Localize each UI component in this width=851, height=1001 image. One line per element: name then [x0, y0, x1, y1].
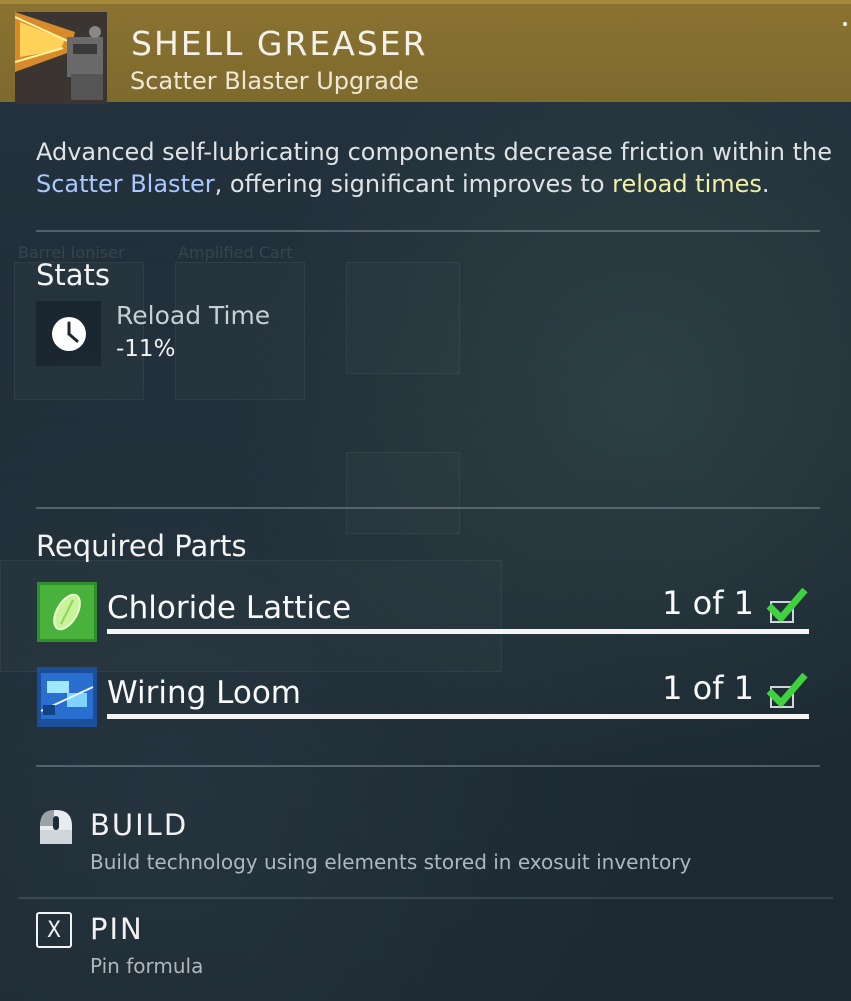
- item-subtitle: Scatter Blaster Upgrade: [130, 67, 419, 95]
- checkmark-icon: [765, 586, 809, 626]
- description-text: , offering significant improves to: [214, 170, 613, 198]
- build-description: Build technology using elements stored i…: [90, 850, 692, 874]
- item-description: Advanced self-lubricating components dec…: [36, 136, 836, 200]
- part-count: 1 of 1: [662, 584, 754, 622]
- stats-title: Stats: [36, 258, 111, 292]
- build-action[interactable]: BUILD Build technology using elements st…: [36, 808, 796, 878]
- part-name: Wiring Loom: [107, 675, 301, 711]
- description-text: Advanced self-lubricating components dec…: [36, 138, 833, 166]
- part-count: 1 of 1: [662, 669, 754, 707]
- required-part-row[interactable]: Wiring Loom 1 of 1: [37, 667, 809, 727]
- description-highlight-scatter-blaster: Scatter Blaster: [36, 170, 215, 198]
- mouse-button-icon: [36, 808, 76, 848]
- part-underline: [107, 629, 809, 634]
- stat-label: Reload Time: [116, 301, 271, 330]
- stat-value: -11%: [116, 336, 176, 362]
- build-label: BUILD: [90, 808, 189, 842]
- wiring-loom-icon: [37, 667, 97, 727]
- item-header: SHELL GREASER Scatter Blaster Upgrade: [0, 0, 851, 104]
- divider: [36, 765, 820, 767]
- ghost-slot: [346, 262, 460, 374]
- required-parts-title: Required Parts: [36, 529, 247, 563]
- clock-icon: [36, 301, 101, 366]
- ghost-label-amplified-cart: Amplified Cart: [178, 243, 293, 262]
- chloride-lattice-icon: [37, 582, 97, 642]
- required-part-row[interactable]: Chloride Lattice 1 of 1: [37, 582, 809, 642]
- x-key-label: X: [36, 912, 72, 948]
- divider: [18, 897, 833, 899]
- part-name: Chloride Lattice: [107, 590, 352, 626]
- description-highlight-reload-times: reload times: [612, 170, 762, 198]
- pin-action[interactable]: X PIN Pin formula: [36, 912, 796, 982]
- item-title: SHELL GREASER: [131, 24, 428, 63]
- divider: [36, 507, 820, 509]
- pin-label: PIN: [90, 912, 144, 946]
- pin-description: Pin formula: [90, 954, 204, 978]
- x-key-icon: X: [36, 912, 76, 952]
- checkmark-icon: [765, 671, 809, 711]
- header-dot: [843, 22, 847, 26]
- ghost-slot: [175, 262, 305, 400]
- part-underline: [107, 714, 809, 719]
- scatter-blaster-upgrade-icon: [15, 12, 107, 104]
- description-text: .: [761, 170, 770, 198]
- ghost-slot: [346, 452, 460, 534]
- divider: [36, 230, 820, 232]
